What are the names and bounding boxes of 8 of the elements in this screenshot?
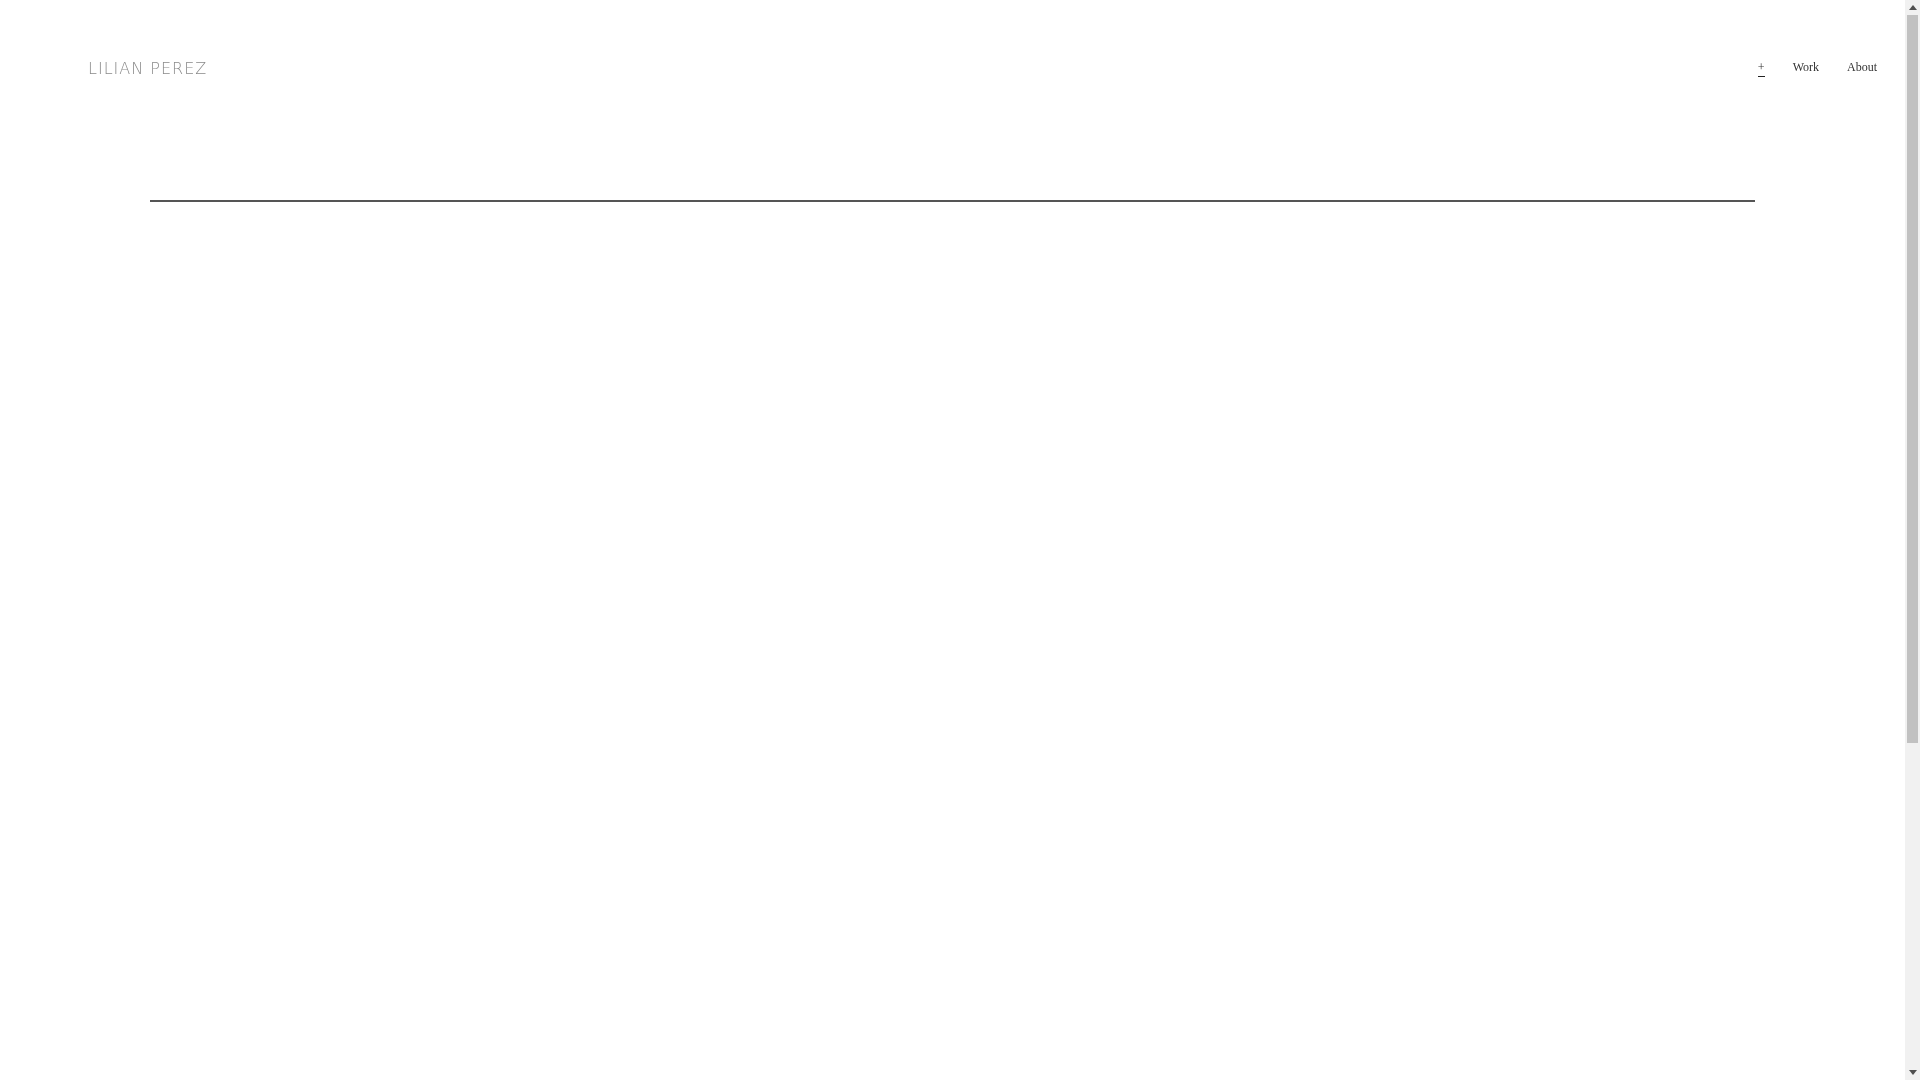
scroll-up-icon[interactable] — [1908, 5, 1917, 10]
scroll-down-icon[interactable] — [1908, 1070, 1917, 1075]
nav-link[interactable]: About — [1847, 59, 1877, 77]
site-logo[interactable]: LILIAN PEREZ — [88, 58, 208, 78]
nav-link[interactable]: + — [1757, 59, 1765, 77]
scrollbar[interactable] — [1905, 0, 1920, 1080]
scrollbar-thumb[interactable] — [1907, 15, 1918, 743]
nav-link[interactable]: Work — [1792, 59, 1819, 77]
